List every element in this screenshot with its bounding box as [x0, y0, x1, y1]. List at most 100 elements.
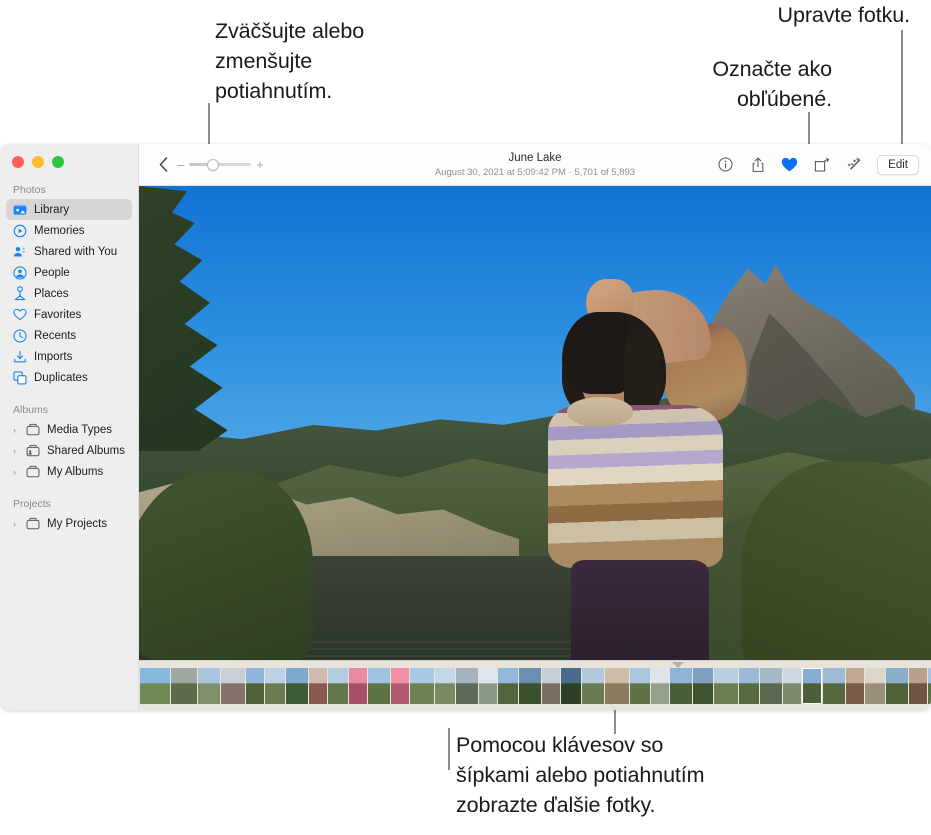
toolbar-actions: Edit — [717, 154, 931, 175]
screenshot-root: Zväčšujte alebo zmenšujte potiahnutím. U… — [0, 0, 931, 835]
sidebar-item-library[interactable]: Library — [6, 199, 132, 220]
filmstrip-thumbnail[interactable] — [693, 667, 713, 704]
minimize-button[interactable] — [32, 156, 44, 168]
filmstrip-thumbnail[interactable] — [886, 667, 908, 704]
callout-zoom-hint: Zväčšujte alebo zmenšujte potiahnutím. — [215, 19, 365, 103]
sidebar-item-duplicates[interactable]: Duplicates — [6, 367, 132, 388]
sidebar-item-my-projects[interactable]: › My Projects — [6, 513, 132, 534]
chevron-right-icon[interactable]: › — [10, 425, 19, 435]
filmstrip-thumbnail[interactable] — [246, 667, 264, 704]
photos-window: Photos Library Memories Shared with You Peop… — [0, 144, 931, 710]
callout-arrows-hint: Pomocou klávesov so šípkami alebo potiah… — [456, 733, 705, 817]
sidebar-section-header: Photos — [13, 184, 46, 196]
filmstrip-thumbnail[interactable] — [605, 667, 629, 704]
filmstrip-thumbnail[interactable] — [802, 667, 822, 704]
filmstrip-thumbnail[interactable] — [670, 667, 692, 704]
sidebar-item-label: Duplicates — [34, 371, 88, 384]
toolbar: – + June Lake August 30, 2021 at 5:09:42… — [139, 144, 931, 186]
filmstrip-thumbnail[interactable] — [309, 667, 327, 704]
sidebar: Photos Library Memories Shared with You Peop… — [0, 144, 139, 710]
filmstrip-thumbnail[interactable] — [171, 667, 197, 704]
zoom-slider-knob[interactable] — [206, 158, 219, 171]
window-controls[interactable] — [0, 151, 138, 168]
filmstrip-thumbnail[interactable] — [498, 667, 518, 704]
photo-viewer[interactable] — [139, 186, 931, 660]
filmstrip-thumbnail[interactable] — [328, 667, 348, 704]
filmstrip-thumbnail[interactable] — [435, 667, 455, 704]
shared-with-you-icon — [13, 245, 27, 259]
sidebar-item-label: People — [34, 266, 70, 279]
photo-subject-pants — [571, 560, 710, 660]
filmstrip-thumbnail[interactable] — [198, 667, 220, 704]
zoom-slider-track[interactable] — [189, 158, 252, 171]
filmstrip-thumbnail[interactable] — [265, 667, 285, 704]
maximize-button[interactable] — [52, 156, 64, 168]
filmstrip-thumbnail[interactable] — [582, 667, 604, 704]
sidebar-item-label: Favorites — [34, 308, 82, 321]
photo-image-june-lake — [139, 186, 931, 660]
sidebar-item-label: My Albums — [47, 465, 104, 478]
sidebar-item-favorites[interactable]: Favorites — [6, 304, 132, 325]
chevron-right-icon[interactable]: › — [10, 519, 19, 529]
heart-filled-icon[interactable] — [781, 156, 798, 173]
filmstrip-thumbnail[interactable] — [561, 667, 581, 704]
zoom-out-label[interactable]: – — [177, 158, 184, 171]
sidebar-item-shared-with-you[interactable]: Shared with You — [6, 241, 132, 262]
filmstrip-thumbnail[interactable] — [519, 667, 541, 704]
filmstrip-thumbnail[interactable] — [739, 667, 759, 704]
clock-icon — [13, 328, 27, 343]
album-icon — [26, 423, 40, 437]
close-button[interactable] — [12, 156, 24, 168]
filmstrip-thumbnail[interactable] — [140, 667, 170, 704]
share-icon[interactable] — [749, 156, 766, 173]
memories-icon — [13, 224, 27, 238]
filmstrip-thumbnail[interactable] — [410, 667, 434, 704]
filmstrip-thumbnail[interactable] — [349, 667, 367, 704]
sidebar-item-shared-albums[interactable]: › Shared Albums — [6, 440, 132, 461]
chevron-right-icon[interactable]: › — [10, 446, 19, 456]
sidebar-item-label: Imports — [34, 350, 73, 363]
sidebar-item-people[interactable]: People — [6, 262, 132, 283]
album-icon — [26, 517, 40, 531]
filmstrip-thumbnail[interactable] — [909, 667, 927, 704]
filmstrip-thumbnail[interactable] — [651, 667, 669, 704]
photo-foreground-bush-left — [139, 470, 314, 660]
filmstrip-thumbnail[interactable] — [286, 667, 308, 704]
sidebar-item-label: Media Types — [47, 423, 112, 436]
filmstrip-thumbnail[interactable] — [846, 667, 864, 704]
filmstrip-thumbnail[interactable] — [479, 667, 497, 704]
rotate-icon[interactable] — [813, 156, 830, 173]
places-icon — [13, 286, 27, 301]
heart-outline-icon — [13, 308, 27, 322]
filmstrip-thumbnail[interactable] — [823, 667, 845, 704]
filmstrip-thumbnail[interactable] — [542, 667, 560, 704]
callout-edit-hint: Upravte fotku. — [777, 3, 911, 27]
filmstrip-thumbnail[interactable] — [783, 667, 801, 704]
sidebar-section-header: Albums — [13, 404, 49, 416]
info-icon[interactable] — [717, 156, 734, 173]
sidebar-item-places[interactable]: Places — [6, 283, 132, 304]
filmstrip-thumbnail[interactable] — [760, 667, 782, 704]
back-button[interactable] — [153, 157, 173, 172]
photo-subject-hair-front — [561, 312, 634, 394]
photo-subject-sweater — [547, 404, 724, 568]
filmstrip[interactable] — [139, 660, 931, 710]
sidebar-item-memories[interactable]: Memories — [6, 220, 132, 241]
sidebar-item-imports[interactable]: Imports — [6, 346, 132, 367]
sidebar-item-my-albums[interactable]: › My Albums — [6, 461, 132, 482]
filmstrip-thumbnail[interactable] — [714, 667, 738, 704]
filmstrip-thumbnail[interactable] — [865, 667, 885, 704]
filmstrip-thumbnail[interactable] — [630, 667, 650, 704]
zoom-in-label[interactable]: + — [256, 158, 264, 171]
chevron-right-icon[interactable]: › — [10, 467, 19, 477]
filmstrip-thumbnail[interactable] — [221, 667, 245, 704]
auto-enhance-icon[interactable] — [845, 156, 862, 173]
sidebar-item-media-types[interactable]: › Media Types — [6, 419, 132, 440]
photo-foreground-bush-right — [740, 460, 931, 660]
filmstrip-thumbnail[interactable] — [391, 667, 409, 704]
edit-button[interactable]: Edit — [877, 154, 919, 175]
sidebar-item-recents[interactable]: Recents — [6, 325, 132, 346]
filmstrip-thumbnail[interactable] — [456, 667, 478, 704]
zoom-slider[interactable]: – + — [177, 158, 264, 171]
filmstrip-thumbnail[interactable] — [368, 667, 390, 704]
